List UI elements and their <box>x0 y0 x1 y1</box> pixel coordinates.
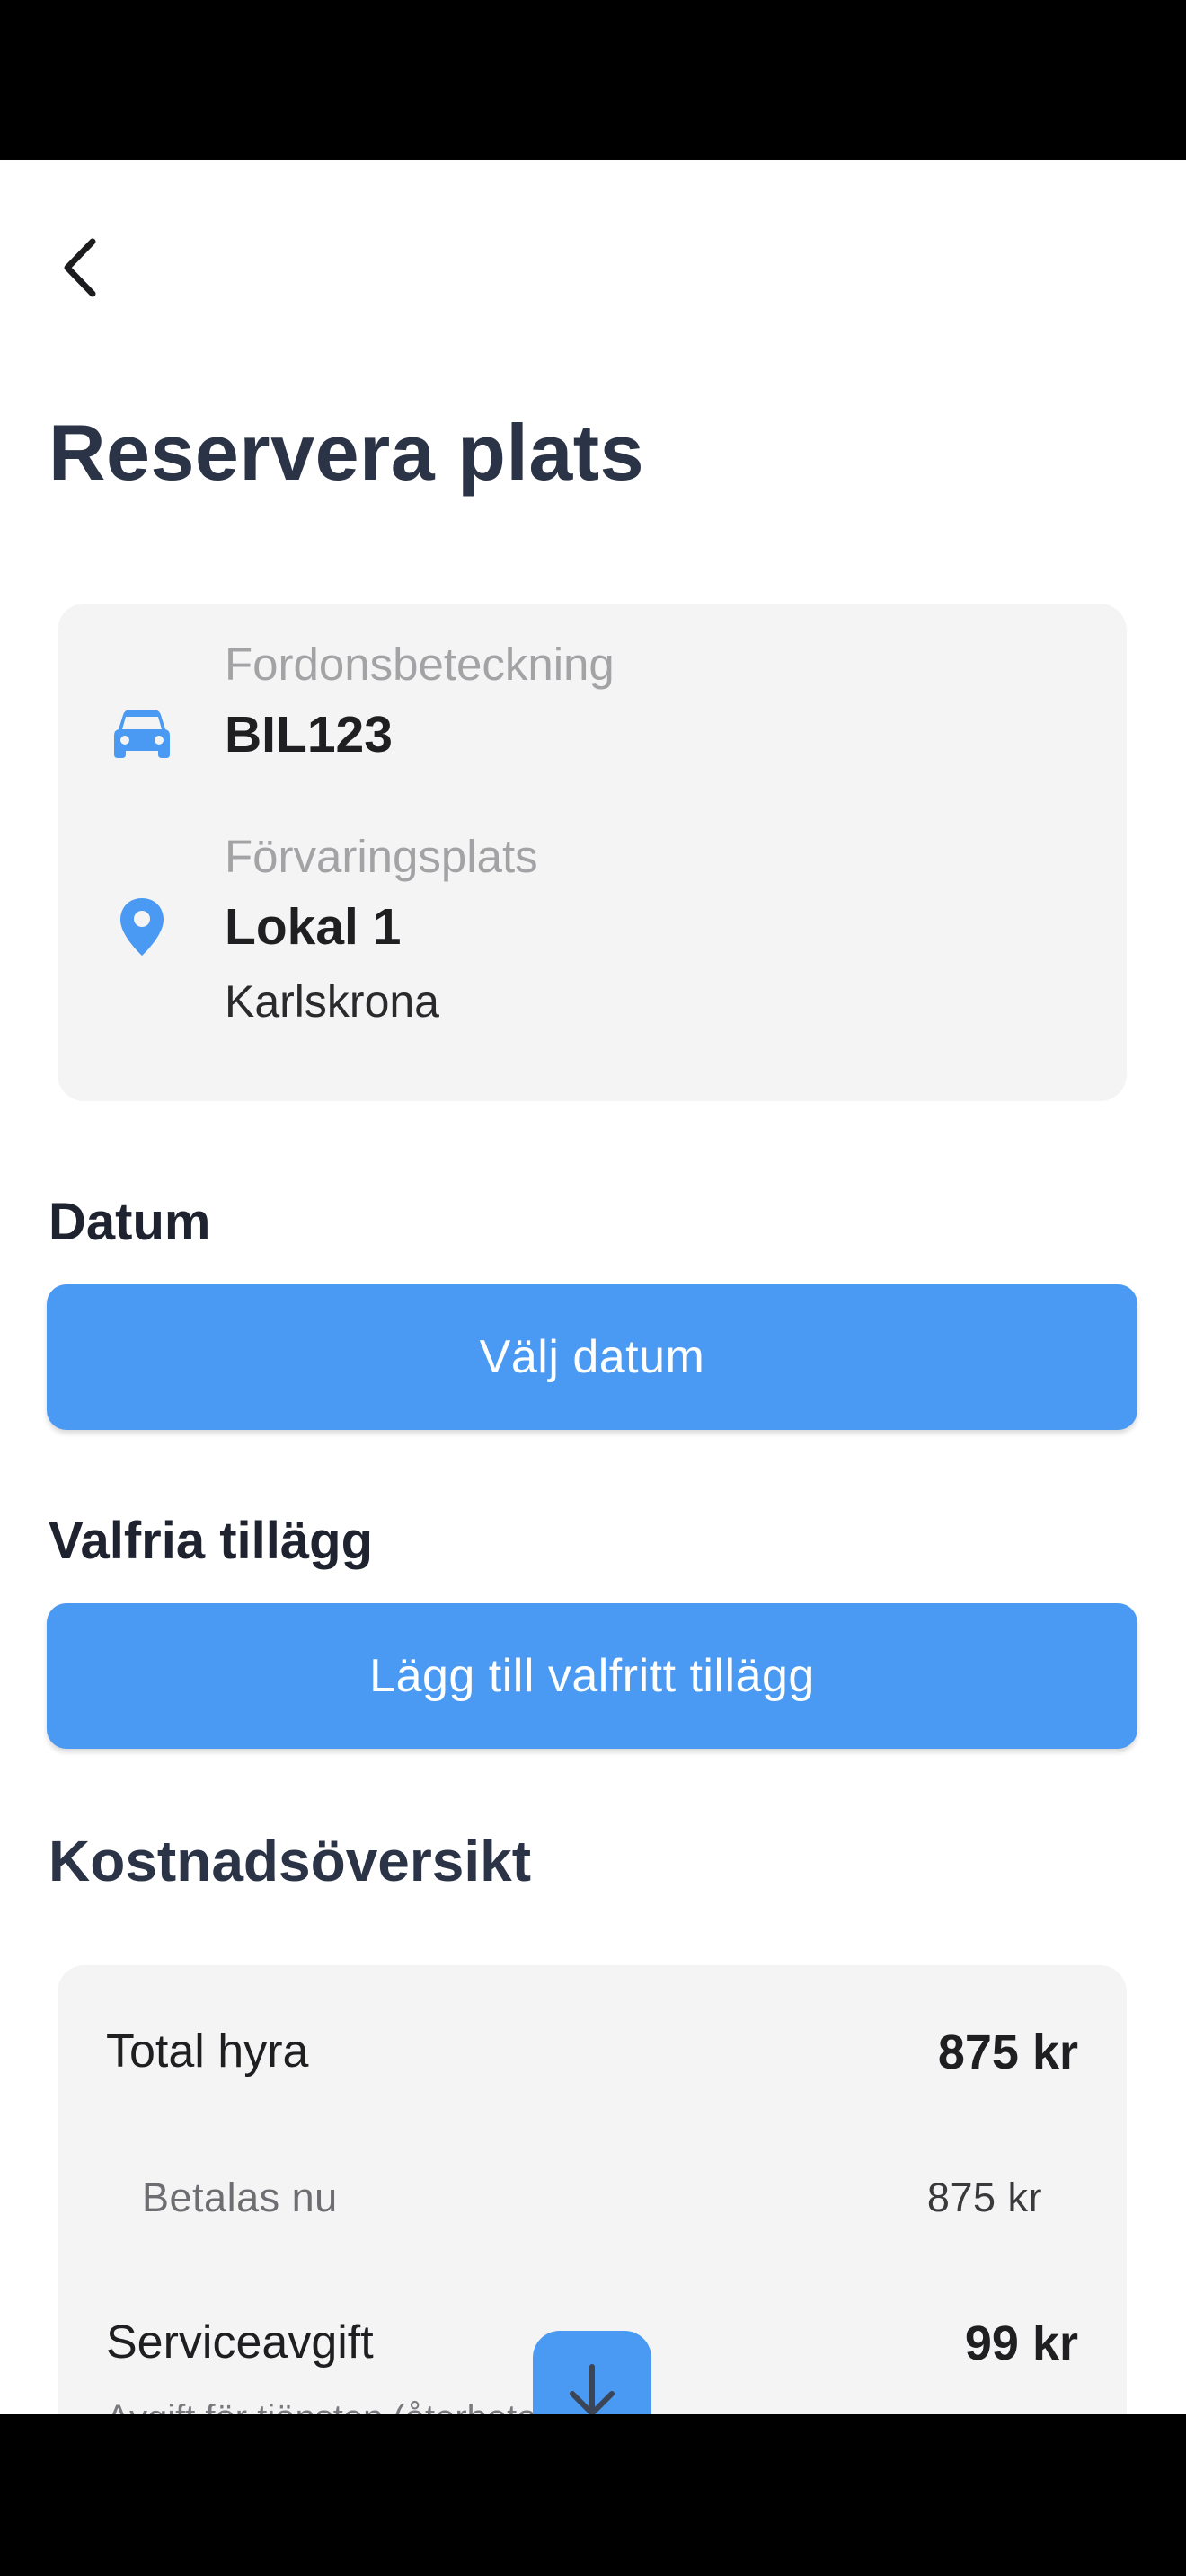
service-fee-label: Serviceavgift <box>106 2316 374 2369</box>
service-fee-value: 99 kr <box>964 2316 1078 2370</box>
choose-date-button[interactable]: Välj datum <box>47 1284 1137 1430</box>
chevron-left-icon <box>64 238 96 297</box>
back-button[interactable] <box>45 232 117 304</box>
add-addon-button[interactable]: Lägg till valfritt tillägg <box>47 1603 1137 1749</box>
storage-label: Förvaringsplats <box>225 831 538 882</box>
pay-now-value: 875 kr <box>926 2175 1042 2220</box>
location-pin-icon <box>106 891 178 963</box>
vehicle-value: BIL123 <box>225 706 393 763</box>
car-icon <box>106 699 178 771</box>
date-section-title: Datum <box>49 1193 211 1251</box>
page-title: Reservera plats <box>49 408 645 497</box>
arrow-down-icon <box>570 2364 615 2414</box>
system-navigation-bar <box>0 2414 1186 2576</box>
storage-value: Lokal 1 <box>225 898 402 956</box>
screen: Reservera plats Fordonsbeteckning BIL123… <box>0 160 1186 2414</box>
addons-section-title: Valfria tillägg <box>49 1512 373 1570</box>
total-rent-value: 875 kr <box>937 2025 1078 2079</box>
pay-now-label: Betalas nu <box>142 2175 338 2220</box>
cost-section-title: Kostnadsöversikt <box>49 1829 532 1893</box>
vehicle-label: Fordonsbeteckning <box>225 639 615 690</box>
booking-info-card: Fordonsbeteckning BIL123 Förvaringsplats… <box>58 604 1127 1101</box>
scroll-down-button[interactable] <box>533 2331 651 2414</box>
total-rent-label: Total hyra <box>106 2025 309 2078</box>
storage-city: Karlskrona <box>225 976 439 1027</box>
status-bar <box>0 0 1186 160</box>
